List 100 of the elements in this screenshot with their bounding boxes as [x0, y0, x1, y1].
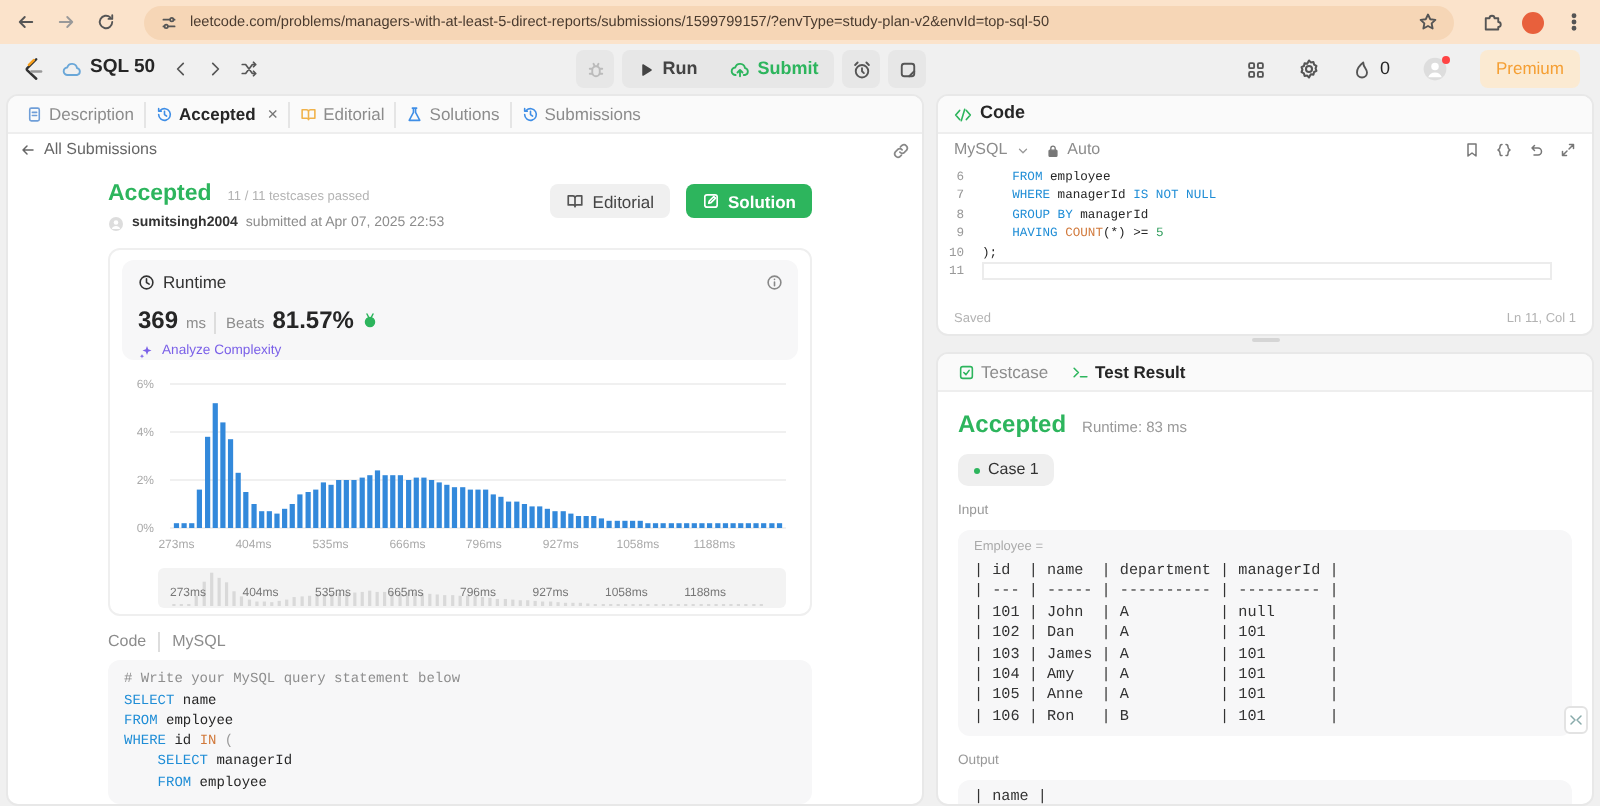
histogram-bar[interactable]	[598, 518, 605, 529]
histogram-bar[interactable]	[413, 478, 419, 529]
histogram-bar[interactable]	[181, 523, 187, 529]
reset-icon[interactable]	[1528, 142, 1544, 158]
histogram-bar[interactable]	[205, 437, 211, 529]
histogram-bar[interactable]	[591, 516, 597, 529]
histogram-bar[interactable]	[568, 514, 574, 529]
histogram-bar[interactable]	[560, 511, 566, 529]
histogram-bar[interactable]	[630, 521, 636, 529]
histogram-bar[interactable]	[243, 492, 249, 529]
histogram-bar[interactable]	[529, 506, 535, 529]
histogram-bar[interactable]	[769, 523, 775, 529]
bookmark-icon[interactable]	[1464, 142, 1480, 158]
histogram-bar[interactable]	[189, 523, 195, 529]
panel-tab[interactable]: Accepted ×	[146, 101, 291, 127]
share-link-icon[interactable]	[892, 141, 910, 160]
histogram-bar[interactable]	[575, 516, 582, 529]
study-plan-link[interactable]: SQL 50	[62, 54, 156, 84]
histogram-bar[interactable]	[235, 473, 241, 529]
layout-grid-icon[interactable]	[1245, 59, 1266, 79]
logo-icon[interactable]	[20, 56, 46, 82]
histogram-bar[interactable]	[173, 523, 180, 529]
histogram-bar[interactable]	[343, 480, 349, 529]
histogram-bar[interactable]	[544, 509, 550, 529]
site-settings-icon[interactable]	[160, 13, 178, 31]
histogram-bar[interactable]	[521, 504, 528, 529]
histogram-bar[interactable]	[382, 475, 388, 529]
floating-widget-button[interactable]	[1564, 706, 1588, 734]
histogram-bar[interactable]	[359, 478, 365, 529]
profile-avatar-icon[interactable]	[1522, 11, 1544, 33]
histogram-bar[interactable]	[428, 480, 435, 529]
histogram-bar[interactable]	[660, 523, 666, 529]
histogram-bar[interactable]	[614, 521, 620, 529]
histogram-bar[interactable]	[483, 490, 489, 529]
notes-button[interactable]	[888, 50, 927, 88]
panel-tab[interactable]: Test Result	[1060, 359, 1198, 385]
histogram-bar[interactable]	[730, 523, 736, 529]
histogram-bar[interactable]	[475, 490, 481, 529]
histogram-bar[interactable]	[266, 511, 272, 529]
histogram-bar[interactable]	[397, 475, 403, 529]
histogram-bar[interactable]	[451, 487, 458, 529]
histogram-bar[interactable]	[715, 523, 721, 529]
histogram-bar[interactable]	[467, 490, 473, 529]
back-icon[interactable]	[16, 12, 36, 32]
histogram-bar[interactable]	[722, 523, 729, 529]
expand-icon[interactable]	[1560, 142, 1576, 158]
braces-icon[interactable]	[1496, 142, 1512, 158]
histogram-bar[interactable]	[282, 509, 288, 529]
histogram-bar[interactable]	[297, 494, 303, 529]
histogram-bar[interactable]	[652, 523, 659, 529]
histogram-bar[interactable]	[537, 506, 543, 529]
histogram-bar[interactable]	[707, 523, 713, 529]
debug-button[interactable]	[576, 50, 615, 88]
histogram-bar[interactable]	[305, 492, 311, 529]
extensions-icon[interactable]	[1482, 12, 1502, 32]
histogram-bar[interactable]	[227, 439, 234, 529]
histogram-bar[interactable]	[514, 502, 520, 529]
histogram-bar[interactable]	[336, 480, 342, 529]
histogram-bar[interactable]	[490, 494, 496, 529]
histogram-bar[interactable]	[460, 487, 466, 529]
histogram-bar[interactable]	[753, 523, 759, 529]
previous-icon[interactable]	[171, 60, 190, 78]
streak-counter[interactable]: 0	[1351, 55, 1390, 83]
histogram-bar[interactable]	[421, 478, 427, 529]
histogram-bar[interactable]	[738, 523, 744, 529]
histogram-bar[interactable]	[406, 480, 412, 529]
histogram-bar[interactable]	[505, 502, 512, 529]
histogram-bar[interactable]	[374, 470, 381, 529]
histogram-bar[interactable]	[351, 480, 357, 529]
histogram-bar[interactable]	[259, 511, 265, 529]
histogram-bar[interactable]	[313, 490, 319, 529]
histogram-bar[interactable]	[606, 521, 612, 529]
histogram-bar[interactable]	[274, 514, 280, 529]
settings-icon[interactable]	[1297, 58, 1320, 80]
histogram-bar[interactable]	[645, 523, 651, 529]
run-button[interactable]: Run	[622, 50, 714, 88]
histogram-bar[interactable]	[212, 403, 218, 529]
histogram-bar[interactable]	[367, 475, 373, 529]
histogram-bar[interactable]	[776, 523, 783, 529]
histogram-bar[interactable]	[761, 523, 767, 529]
reload-icon[interactable]	[96, 12, 116, 32]
histogram-bar[interactable]	[444, 485, 450, 529]
editorial-button[interactable]: Editorial	[550, 184, 670, 219]
shuffle-icon[interactable]	[239, 60, 258, 78]
timer-button[interactable]	[842, 50, 881, 88]
bookmark-star-icon[interactable]	[1418, 12, 1438, 32]
histogram-bar[interactable]	[390, 475, 396, 529]
histogram-bar[interactable]	[552, 511, 558, 529]
histogram-bar[interactable]	[691, 523, 697, 529]
histogram-bar[interactable]	[637, 521, 643, 529]
histogram-bar[interactable]	[196, 490, 202, 529]
histogram-bar[interactable]	[684, 523, 690, 529]
forward-icon[interactable]	[56, 12, 76, 32]
histogram-bar[interactable]	[699, 523, 705, 529]
case-tab[interactable]: Case 1	[958, 454, 1055, 486]
close-tab-button[interactable]: ×	[261, 105, 279, 123]
histogram-bar[interactable]	[622, 521, 628, 529]
info-icon[interactable]	[765, 274, 782, 292]
histogram-bar[interactable]	[745, 523, 751, 529]
histogram-bar[interactable]	[251, 504, 257, 529]
